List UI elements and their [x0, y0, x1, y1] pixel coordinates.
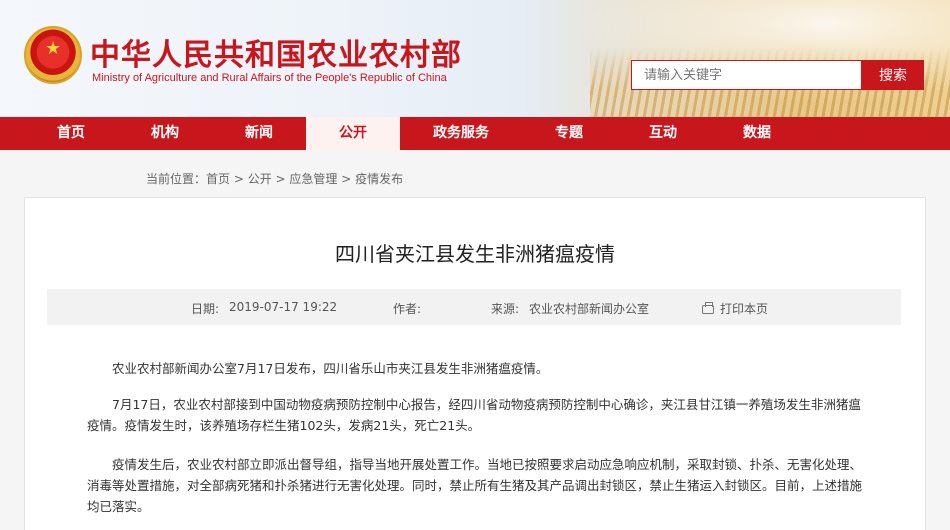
breadcrumb-separator: >	[337, 172, 356, 186]
main-nav: 首页 机构 新闻 公开 政务服务 专题 互动 数据	[0, 117, 950, 150]
nav-item-interaction[interactable]: 互动	[616, 117, 710, 150]
breadcrumb-separator: >	[271, 172, 290, 186]
article-panel: 四川省夹江县发生非洲猪瘟疫情 日期: 2019-07-17 19:22 作者: …	[24, 197, 926, 530]
nav-item-data[interactable]: 数据	[710, 117, 804, 150]
print-label: 打印本页	[720, 302, 769, 316]
printer-icon	[702, 302, 714, 314]
nav-item-home[interactable]: 首页	[24, 117, 118, 150]
nav-item-news[interactable]: 新闻	[212, 117, 306, 150]
star-icon: ★	[45, 38, 62, 59]
breadcrumb-link-home[interactable]: 首页	[206, 172, 230, 186]
breadcrumb-separator: >	[230, 172, 248, 186]
source-label: 来源:	[491, 302, 520, 316]
nav-item-public[interactable]: 公开	[306, 117, 400, 150]
search-button[interactable]: 搜索	[862, 60, 924, 90]
article-paragraph: 农业农村部新闻办公室7月17日发布，四川省乐山市夹江县发生非洲猪瘟疫情。	[112, 361, 549, 376]
breadcrumb-link-epidemic[interactable]: 疫情发布	[355, 172, 403, 186]
nav-item-services[interactable]: 政务服务	[400, 117, 522, 150]
search-input[interactable]	[631, 60, 862, 90]
site-header: ★ 中华人民共和国农业农村部 Ministry of Agriculture a…	[0, 0, 950, 117]
article-date: 2019-07-17 19:22	[229, 300, 338, 314]
article-title: 四川省夹江县发生非洲猪瘟疫情	[335, 242, 615, 266]
breadcrumb-link-emergency[interactable]: 应急管理	[289, 172, 337, 186]
site-subtitle: Ministry of Agriculture and Rural Affair…	[92, 72, 447, 84]
site-title[interactable]: 中华人民共和国农业农村部	[90, 30, 462, 74]
national-emblem-icon[interactable]: ★	[24, 26, 82, 84]
article-paragraph: 疫情发生后，农业农村部立即派出督导组，指导当地开展处置工作。当地已按照要求启动应…	[87, 457, 863, 514]
author-label: 作者:	[393, 302, 422, 316]
article-paragraph: 7月17日，农业农村部接到中国动物疫病预防控制中心报告，经四川省动物疫病预防控制…	[87, 397, 861, 433]
nav-item-organization[interactable]: 机构	[118, 117, 212, 150]
breadcrumb: 当前位置：首页 > 公开 > 应急管理 > 疫情发布	[146, 170, 403, 187]
breadcrumb-prefix: 当前位置：	[146, 172, 207, 186]
nav-item-topics[interactable]: 专题	[522, 117, 616, 150]
date-label: 日期:	[191, 302, 220, 316]
breadcrumb-link-public[interactable]: 公开	[248, 172, 272, 186]
article-meta-bar: 日期: 2019-07-17 19:22 作者: 来源: 农业农村部新闻办公室 …	[47, 289, 901, 325]
article-source: 农业农村部新闻办公室	[529, 302, 650, 316]
print-page-link[interactable]: 打印本页	[702, 300, 768, 317]
